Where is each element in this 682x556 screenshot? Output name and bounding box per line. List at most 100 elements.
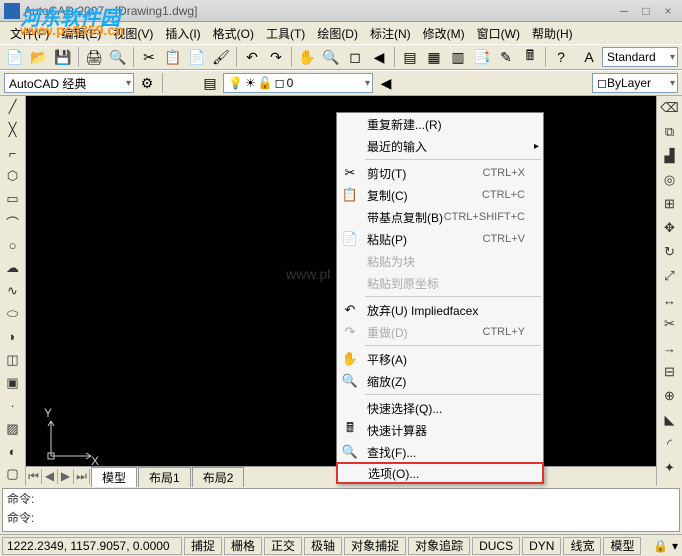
sheetset-icon[interactable]: 📑 <box>471 46 493 68</box>
extend-icon[interactable]: → <box>659 337 681 359</box>
mirror-icon[interactable]: ▟ <box>659 145 681 167</box>
zoom-window-icon[interactable]: ◻ <box>344 46 366 68</box>
redo-icon[interactable]: ↷ <box>265 46 287 68</box>
ctx-copy-base[interactable]: 带基点复制(B)CTRL+SHIFT+C <box>337 206 543 228</box>
ctx-undo[interactable]: ↶放弃(U) Impliedfacex <box>337 299 543 321</box>
help-icon[interactable]: ? <box>550 46 572 68</box>
ctx-options[interactable]: 选项(O)... <box>336 462 544 484</box>
menu-window[interactable]: 窗口(W) <box>471 23 526 44</box>
ctx-qselect[interactable]: 快速选择(Q)... <box>337 397 543 419</box>
open-icon[interactable]: 📂 <box>28 46 50 68</box>
bylayer-dropdown[interactable]: ◻ByLayer <box>592 73 678 93</box>
explode-icon[interactable]: ✦ <box>659 457 681 479</box>
grid-button[interactable]: 栅格 <box>224 537 262 555</box>
ellipse-arc-icon[interactable]: ◗ <box>2 326 24 347</box>
trim-icon[interactable]: ✂ <box>659 313 681 335</box>
menu-draw[interactable]: 绘图(D) <box>311 23 364 44</box>
break-icon[interactable]: ⊟ <box>659 361 681 383</box>
minimize-button[interactable]: ─ <box>614 3 634 19</box>
undo-icon[interactable]: ↶ <box>241 46 263 68</box>
erase-icon[interactable]: ⌫ <box>659 97 681 119</box>
menu-help[interactable]: 帮助(H) <box>526 23 579 44</box>
otrack-button[interactable]: 对象追踪 <box>408 537 470 555</box>
scale-icon[interactable]: ⤢ <box>659 265 681 287</box>
markup-icon[interactable]: ✎ <box>495 46 517 68</box>
ctx-paste[interactable]: 📄粘贴(P)CTRL+V <box>337 228 543 250</box>
paste-icon[interactable]: 📄 <box>186 46 208 68</box>
tab-prev-icon[interactable]: ◀ <box>42 469 58 484</box>
close-button[interactable]: × <box>658 3 678 19</box>
join-icon[interactable]: ⊕ <box>659 385 681 407</box>
tab-layout1[interactable]: 布局1 <box>138 467 191 487</box>
hatch-icon[interactable]: ▨ <box>2 418 24 439</box>
point-icon[interactable]: · <box>2 395 24 416</box>
block-icon[interactable]: ◫ <box>2 349 24 370</box>
ctx-repeat-new[interactable]: 重复新建...(R) <box>337 113 543 135</box>
menu-edit[interactable]: 编辑(E) <box>55 23 107 44</box>
menu-modify[interactable]: 修改(M) <box>417 23 471 44</box>
layer-dropdown[interactable]: 💡 ☀ 🔓 ◻ 0 <box>223 73 373 93</box>
circle-icon[interactable]: ○ <box>2 235 24 256</box>
style-dropdown[interactable]: Standard <box>602 47 678 67</box>
rotate-icon[interactable]: ↻ <box>659 241 681 263</box>
ctx-find[interactable]: 🔍查找(F)... <box>337 441 543 463</box>
revcloud-icon[interactable]: ☁ <box>2 258 24 279</box>
annotation-icon[interactable]: ▾ <box>672 539 678 553</box>
preview-icon[interactable]: 🔍 <box>107 46 129 68</box>
menu-tools[interactable]: 工具(T) <box>260 23 311 44</box>
ellipse-icon[interactable]: ⬭ <box>2 303 24 324</box>
rectangle-icon[interactable]: ▭ <box>2 189 24 210</box>
menu-file[interactable]: 文件(F) <box>4 23 55 44</box>
cut-icon[interactable]: ✂ <box>138 46 160 68</box>
menu-view[interactable]: 视图(V) <box>107 23 159 44</box>
lock-status-icon[interactable]: 🔒 <box>653 539 668 553</box>
xline-icon[interactable]: ╳ <box>2 120 24 141</box>
makeblock-icon[interactable]: ▣ <box>2 372 24 393</box>
arc-icon[interactable]: ⌒ <box>2 212 24 233</box>
workspace-settings-icon[interactable]: ⚙ <box>136 72 158 94</box>
model-button[interactable]: 模型 <box>603 537 641 555</box>
ctx-quickcalc[interactable]: 🖩快速计算器 <box>337 419 543 441</box>
ortho-button[interactable]: 正交 <box>264 537 302 555</box>
toolpalette-icon[interactable]: ▥ <box>447 46 469 68</box>
coordinates[interactable]: 1222.2349, 1157.9057, 0.0000 <box>2 537 182 555</box>
tab-last-icon[interactable]: ⏭ <box>74 469 90 484</box>
polygon-icon[interactable]: ⬡ <box>2 166 24 187</box>
match-icon[interactable]: 🖌 <box>210 46 232 68</box>
workspace-dropdown[interactable]: AutoCAD 经典 <box>4 73 134 93</box>
textstyle-icon[interactable]: A <box>578 46 600 68</box>
move-icon[interactable]: ✥ <box>659 217 681 239</box>
zoom-prev-icon[interactable]: ◀ <box>368 46 390 68</box>
line-icon[interactable]: ╱ <box>2 97 24 118</box>
gradient-icon[interactable]: ◐ <box>2 441 24 462</box>
ctx-recent-input[interactable]: 最近的输入▸ <box>337 135 543 157</box>
layer-prev-icon[interactable]: ◀ <box>375 72 397 94</box>
designcenter-icon[interactable]: ▦ <box>423 46 445 68</box>
save-icon[interactable]: 💾 <box>52 46 74 68</box>
offset-icon[interactable]: ◎ <box>659 169 681 191</box>
layer-manager-icon[interactable]: ▤ <box>199 72 221 94</box>
array-icon[interactable]: ⊞ <box>659 193 681 215</box>
dyn-button[interactable]: DYN <box>522 537 561 555</box>
maximize-button[interactable]: □ <box>636 3 656 19</box>
zoom-icon[interactable]: 🔍 <box>320 46 342 68</box>
pan-icon[interactable]: ✋ <box>296 46 318 68</box>
menu-dim[interactable]: 标注(N) <box>364 23 417 44</box>
ctx-zoom[interactable]: 🔍缩放(Z) <box>337 370 543 392</box>
lwt-button[interactable]: 线宽 <box>563 537 601 555</box>
command-area[interactable]: 命令: 命令: <box>2 488 680 532</box>
copy-obj-icon[interactable]: ⧉ <box>659 121 681 143</box>
tab-first-icon[interactable]: ⏮ <box>26 469 42 484</box>
polar-button[interactable]: 极轴 <box>304 537 342 555</box>
calc-icon[interactable]: 🖩 <box>519 46 541 68</box>
ctx-pan[interactable]: ✋平移(A) <box>337 348 543 370</box>
menu-insert[interactable]: 插入(I) <box>159 23 206 44</box>
properties-icon[interactable]: ▤ <box>399 46 421 68</box>
menu-format[interactable]: 格式(O) <box>207 23 260 44</box>
spline-icon[interactable]: ∿ <box>2 281 24 302</box>
snap-button[interactable]: 捕捉 <box>184 537 222 555</box>
region-icon[interactable]: ▢ <box>2 464 24 485</box>
chamfer-icon[interactable]: ◣ <box>659 409 681 431</box>
stretch-icon[interactable]: ↔ <box>659 289 681 311</box>
tab-layout2[interactable]: 布局2 <box>192 467 245 487</box>
